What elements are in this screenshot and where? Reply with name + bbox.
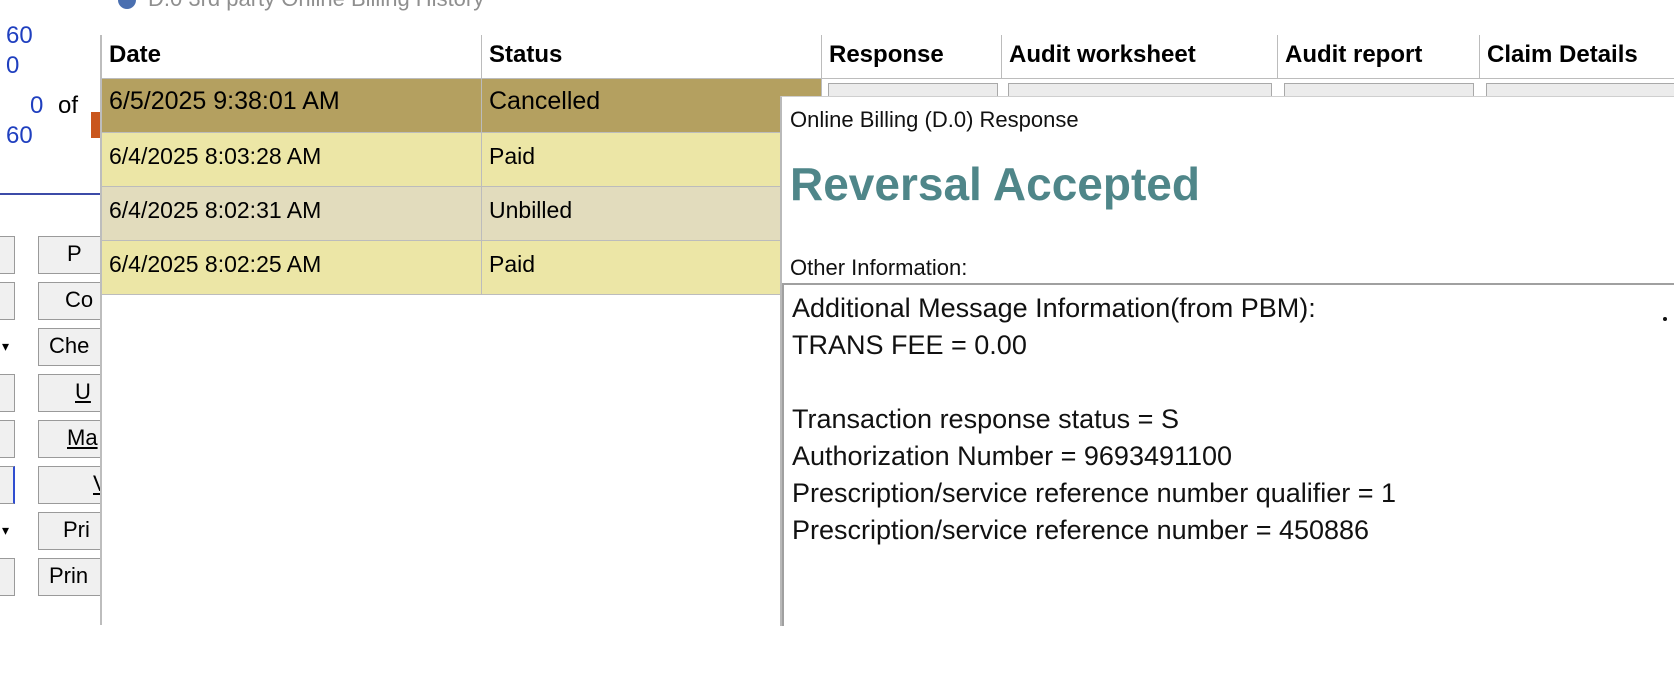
left-checkbox[interactable] [0,420,15,458]
left-button-7[interactable]: Pri [38,512,100,550]
status-cell: Unbilled [482,187,822,241]
app-icon [118,0,136,10]
left-checkbox[interactable] [0,558,15,596]
date-cell: 6/4/2025 8:03:28 AM [102,133,482,187]
dropdown-arrow-icon[interactable]: ▾ [2,338,9,355]
status-cell: Paid [482,241,822,295]
table-row[interactable]: 6/4/2025 8:02:25 AM Paid [102,241,822,295]
column-header-response[interactable]: Response [822,35,1002,79]
count-of-total: 60 [6,122,33,149]
left-checkbox[interactable] [0,282,15,320]
left-checkbox[interactable] [0,466,15,504]
count-of-label: of [58,92,79,119]
response-heading: Reversal Accepted [790,158,1200,210]
column-header-date[interactable]: Date [102,35,482,79]
other-information-label: Other Information: [790,255,968,280]
warning-icon [91,112,100,138]
left-button-3[interactable]: Che [38,328,100,366]
left-panel: 60 0 0 of 60 P Co ▾ Che U Ma V ▾ Pri Pri… [0,0,100,625]
column-header-status[interactable]: Status [482,35,822,79]
table-row[interactable]: 6/4/2025 8:03:28 AM Paid [102,133,822,187]
left-button-4[interactable]: U [38,374,100,412]
status-cell: Cancelled [482,79,822,133]
column-header-audit-worksheet[interactable]: Audit worksheet [1002,35,1278,79]
message-textbox[interactable]: Additional Message Information(from PBM)… [782,283,1674,626]
count-total: 60 [6,22,33,49]
left-button-5[interactable]: Ma [38,420,100,458]
message-line: Prescription/service reference number = … [792,515,1370,545]
response-popup: Online Billing (D.0) Response Reversal A… [780,96,1674,626]
left-checkbox[interactable] [0,236,15,274]
message-line: TRANS FEE = 0.00 [792,330,1027,360]
left-button-1[interactable]: P [38,236,100,274]
message-line: Additional Message Information(from PBM)… [792,293,1316,323]
left-button-8[interactable]: Prin [38,558,100,596]
count-current: 0 [30,92,44,119]
date-cell: 6/5/2025 9:38:01 AM [102,79,482,133]
count-start: 0 [6,52,20,79]
message-line: Transaction response status = S [792,404,1179,434]
status-cell: Paid [482,133,822,187]
popup-title: Online Billing (D.0) Response [790,107,1079,132]
stray-dot [1663,317,1667,321]
left-checkbox[interactable] [0,374,15,412]
dropdown-arrow-icon[interactable]: ▾ [2,522,9,539]
column-header-claim-details[interactable]: Claim Details [1480,35,1674,79]
column-header-audit-report[interactable]: Audit report [1278,35,1480,79]
table-row[interactable]: 6/5/2025 9:38:01 AM Cancelled [102,79,822,133]
message-line: Prescription/service reference number qu… [792,478,1397,508]
table-row[interactable]: 6/4/2025 8:02:31 AM Unbilled [102,187,822,241]
date-cell: 6/4/2025 8:02:25 AM [102,241,482,295]
window-title: D.0 3rd party Online Billing History [100,0,484,16]
left-button-6[interactable]: V [38,466,100,504]
date-cell: 6/4/2025 8:02:31 AM [102,187,482,241]
divider [0,193,100,195]
left-button-2[interactable]: Co [38,282,100,320]
message-line: Authorization Number = 9693491100 [792,441,1233,471]
